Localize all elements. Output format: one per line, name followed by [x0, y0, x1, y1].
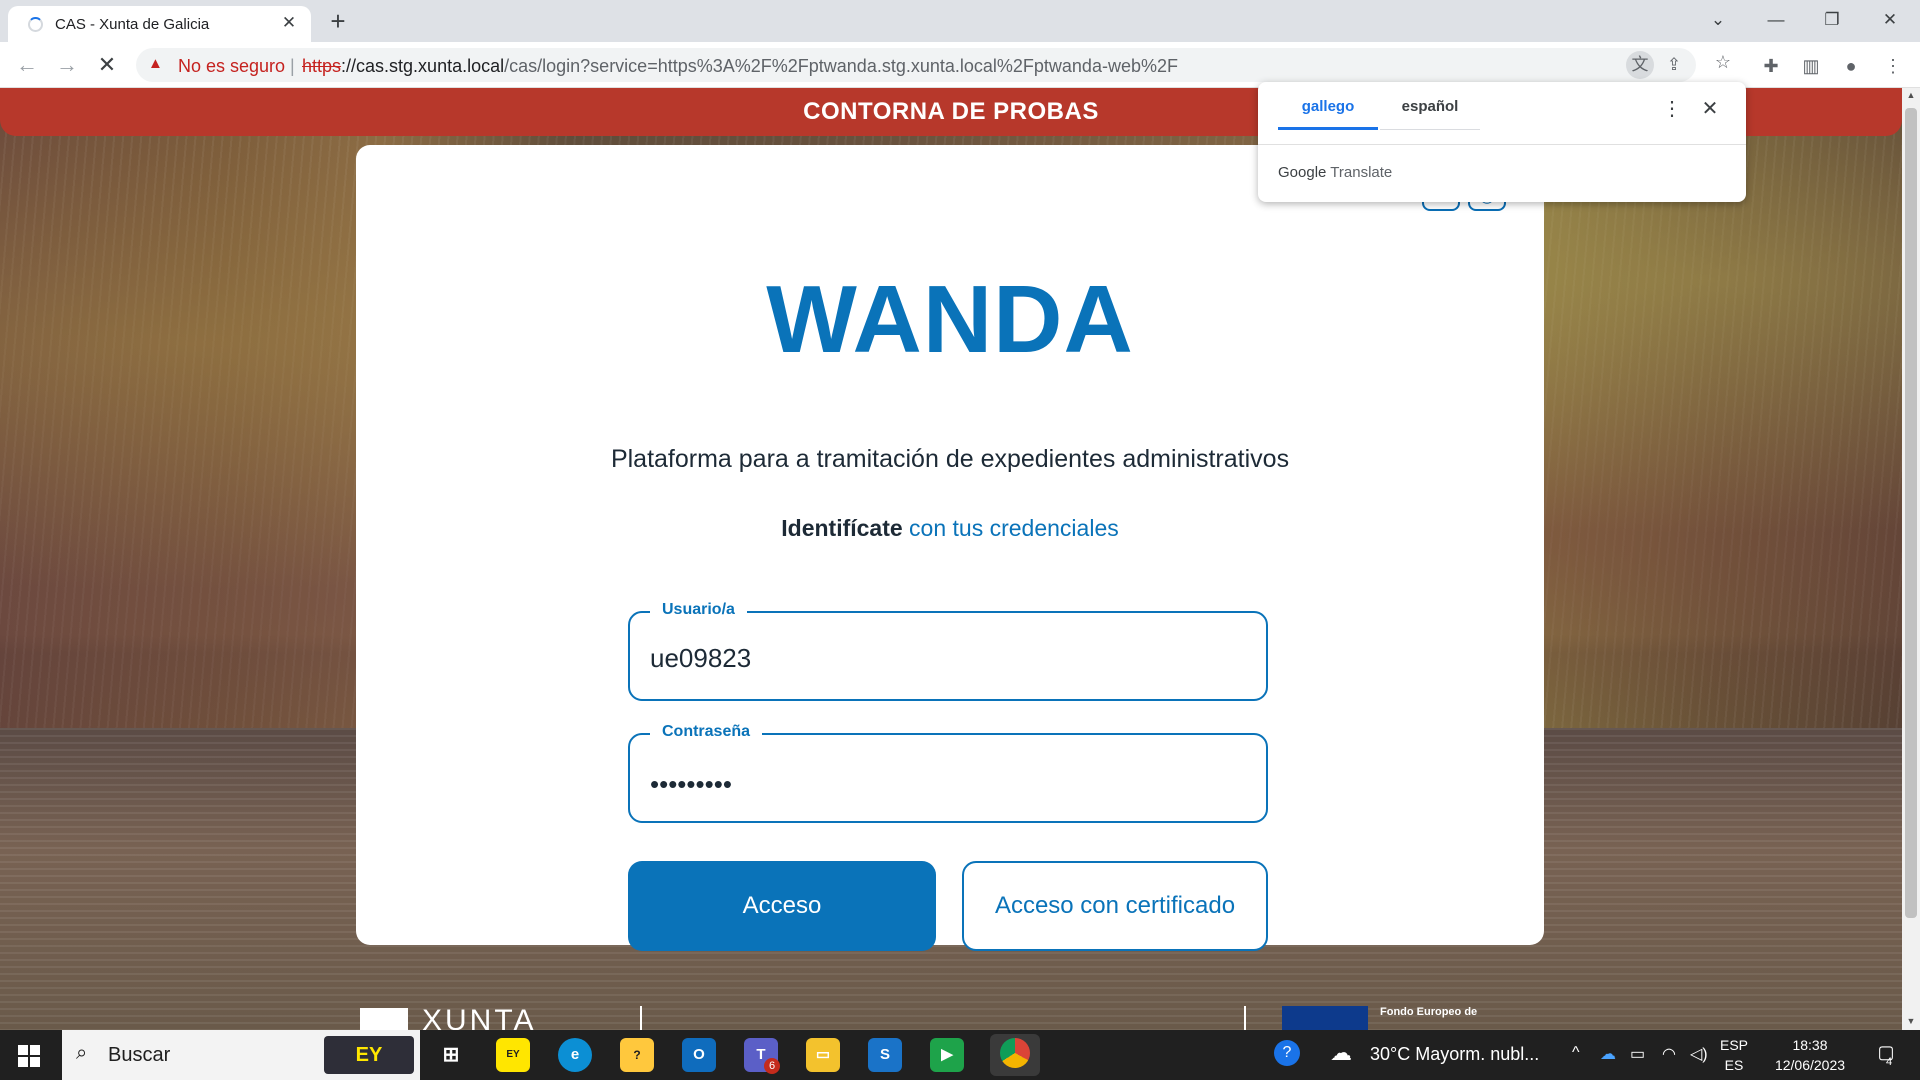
input-language[interactable]: ESP ES — [1716, 1035, 1752, 1075]
page-viewport: CONTORNA DE PROBAS ✈ ◯ WANDA Plataforma … — [0, 88, 1902, 1030]
translate-tab-gallego[interactable]: gallego — [1278, 98, 1378, 130]
environment-banner-text: CONTORNA DE PROBAS — [803, 98, 1099, 125]
login-heading-bold: Identifícate — [781, 515, 903, 541]
forward-arrow-icon[interactable]: → — [52, 50, 82, 80]
search-icon: ⌕ — [76, 1042, 88, 1064]
url-text[interactable]: https://cas.stg.xunta.local/cas/login?se… — [302, 56, 1178, 77]
close-window-button[interactable]: ✕ — [1870, 6, 1910, 34]
password-input[interactable]: ••••••••• — [650, 769, 732, 800]
chrome-icon — [1000, 1038, 1030, 1068]
app-logo: WANDA — [766, 266, 1134, 373]
taskbar-search[interactable]: ⌕ Buscar EY — [62, 1030, 420, 1080]
file-explorer-icon[interactable]: ▭ — [806, 1038, 840, 1072]
wifi-icon[interactable]: ◠ — [1662, 1044, 1676, 1064]
language-code: ESP — [1719, 1037, 1748, 1053]
translate-brand-text: Translate — [1330, 164, 1393, 181]
weather-text[interactable]: 30°C Mayorm. nubl... — [1370, 1044, 1539, 1065]
browser-tab-strip: CAS - Xunta de Galicia ✕ + ⌄ — ❐ ✕ — [0, 0, 1920, 42]
omnibox-separator: | — [290, 56, 295, 76]
footer-divider — [1244, 1006, 1246, 1030]
weather-icon[interactable]: ☁ — [1330, 1040, 1352, 1066]
show-hidden-icons-icon[interactable]: ^ — [1572, 1044, 1580, 1062]
onedrive-icon[interactable]: ☁ — [1600, 1044, 1616, 1064]
notification-count: 4 — [1886, 1056, 1893, 1068]
edge-icon[interactable]: e — [558, 1038, 592, 1072]
eu-flag-logo — [1282, 1006, 1368, 1030]
translate-tab-espanol[interactable]: español — [1380, 98, 1480, 130]
google-brand-text: Google — [1278, 164, 1327, 181]
login-heading: Identifícate con tus credenciales — [356, 515, 1544, 542]
username-input[interactable]: ue09823 — [650, 643, 751, 674]
clock-time: 18:38 — [1792, 1037, 1828, 1053]
login-button[interactable]: Acceso — [628, 861, 936, 951]
translate-divider — [1258, 144, 1746, 145]
system-clock[interactable]: 18:38 12/06/2023 — [1760, 1035, 1860, 1075]
footer-divider — [640, 1006, 642, 1030]
s-app-icon[interactable]: S — [868, 1038, 902, 1072]
xunta-logo-text: XUNTA — [422, 1004, 537, 1030]
minimize-button[interactable]: — — [1756, 6, 1796, 34]
scroll-up-arrow-icon[interactable]: ▲ — [1902, 90, 1920, 100]
url-host: ://cas.stg.xunta.local — [341, 56, 505, 76]
scroll-down-arrow-icon[interactable]: ▼ — [1902, 1016, 1920, 1026]
help-app-icon[interactable]: ? — [620, 1038, 654, 1072]
warning-icon: ▲ — [148, 55, 163, 72]
tab-search-chevron-icon[interactable]: ⌄ — [1698, 6, 1738, 34]
chrome-taskbar-button[interactable] — [990, 1034, 1040, 1076]
profile-icon[interactable]: ● — [1838, 54, 1864, 78]
clock-date: 12/06/2023 — [1774, 1057, 1846, 1073]
login-card: ✈ ◯ WANDA Plataforma para a tramitación … — [356, 145, 1544, 951]
taskbar-search-placeholder: Buscar — [108, 1044, 171, 1066]
menu-dots-icon[interactable]: ⋮ — [1880, 54, 1906, 78]
back-arrow-icon[interactable]: ← — [12, 50, 42, 80]
app-subtitle: Plataforma para a tramitación de expedie… — [610, 445, 1290, 473]
login-heading-rest: con tus credenciales — [902, 515, 1119, 541]
help-icon[interactable]: ? — [1274, 1040, 1300, 1066]
xunta-shield-logo — [360, 1008, 408, 1030]
windows-start-icon[interactable] — [18, 1045, 40, 1067]
username-label: Usuario/a — [650, 601, 747, 619]
star-icon[interactable]: ☆ — [1710, 50, 1736, 74]
teams-badge: 6 — [764, 1058, 780, 1074]
extensions-icon[interactable]: ✚ — [1758, 54, 1784, 78]
battery-icon[interactable]: ▭ — [1630, 1044, 1645, 1064]
translate-popup: gallego español ⋮ ✕ Google Translate — [1258, 82, 1746, 202]
windows-taskbar: ⌕ Buscar EY ⊞ EY e ? O T 6 ▭ S ▶ ? ☁ 30°… — [0, 1030, 1920, 1080]
ey-logo[interactable]: EY — [324, 1036, 414, 1074]
password-label: Contraseña — [650, 723, 763, 741]
keyboard-code: ES — [1724, 1057, 1744, 1073]
page-scrollbar[interactable]: ▲ ▼ — [1902, 88, 1920, 1030]
certificate-login-button[interactable]: Acceso con certificado — [962, 861, 1268, 951]
stop-loading-icon[interactable]: ✕ — [92, 50, 122, 80]
username-field[interactable]: Usuario/a ue09823 — [628, 601, 1268, 701]
loading-spinner-icon — [28, 17, 43, 32]
tab-close-icon[interactable]: ✕ — [277, 11, 301, 35]
media-player-icon[interactable]: ▶ — [930, 1038, 964, 1072]
new-tab-button[interactable]: + — [324, 7, 352, 35]
scrollbar-thumb[interactable] — [1905, 108, 1917, 918]
side-panel-icon[interactable]: ▥ — [1798, 54, 1824, 78]
translate-options-icon[interactable]: ⋮ — [1660, 96, 1684, 121]
ey-discover-icon[interactable]: EY — [496, 1038, 530, 1072]
share-icon[interactable]: ⇪ — [1660, 51, 1688, 79]
address-bar[interactable]: ▲ No es seguro | https://cas.stg.xunta.l… — [136, 48, 1696, 82]
browser-tab-active[interactable]: CAS - Xunta de Galicia ✕ — [8, 6, 311, 42]
eu-fund-text: Fondo Europeo de — [1380, 1006, 1478, 1018]
task-view-icon[interactable]: ⊞ — [434, 1038, 468, 1072]
tab-title: CAS - Xunta de Galicia — [55, 16, 210, 33]
translate-icon[interactable]: 文 — [1626, 51, 1654, 79]
google-translate-brand: Google Translate — [1278, 164, 1392, 181]
restore-button[interactable]: ❐ — [1812, 6, 1852, 34]
not-secure-label[interactable]: No es seguro — [178, 56, 285, 77]
outlook-icon[interactable]: O — [682, 1038, 716, 1072]
password-field[interactable]: Contraseña ••••••••• — [628, 723, 1268, 823]
volume-icon[interactable]: ◁) — [1690, 1044, 1708, 1064]
url-scheme: https — [302, 56, 342, 76]
url-path: /cas/login?service=https%3A%2F%2Fptwanda… — [504, 56, 1178, 76]
translate-close-icon[interactable]: ✕ — [1698, 96, 1722, 121]
